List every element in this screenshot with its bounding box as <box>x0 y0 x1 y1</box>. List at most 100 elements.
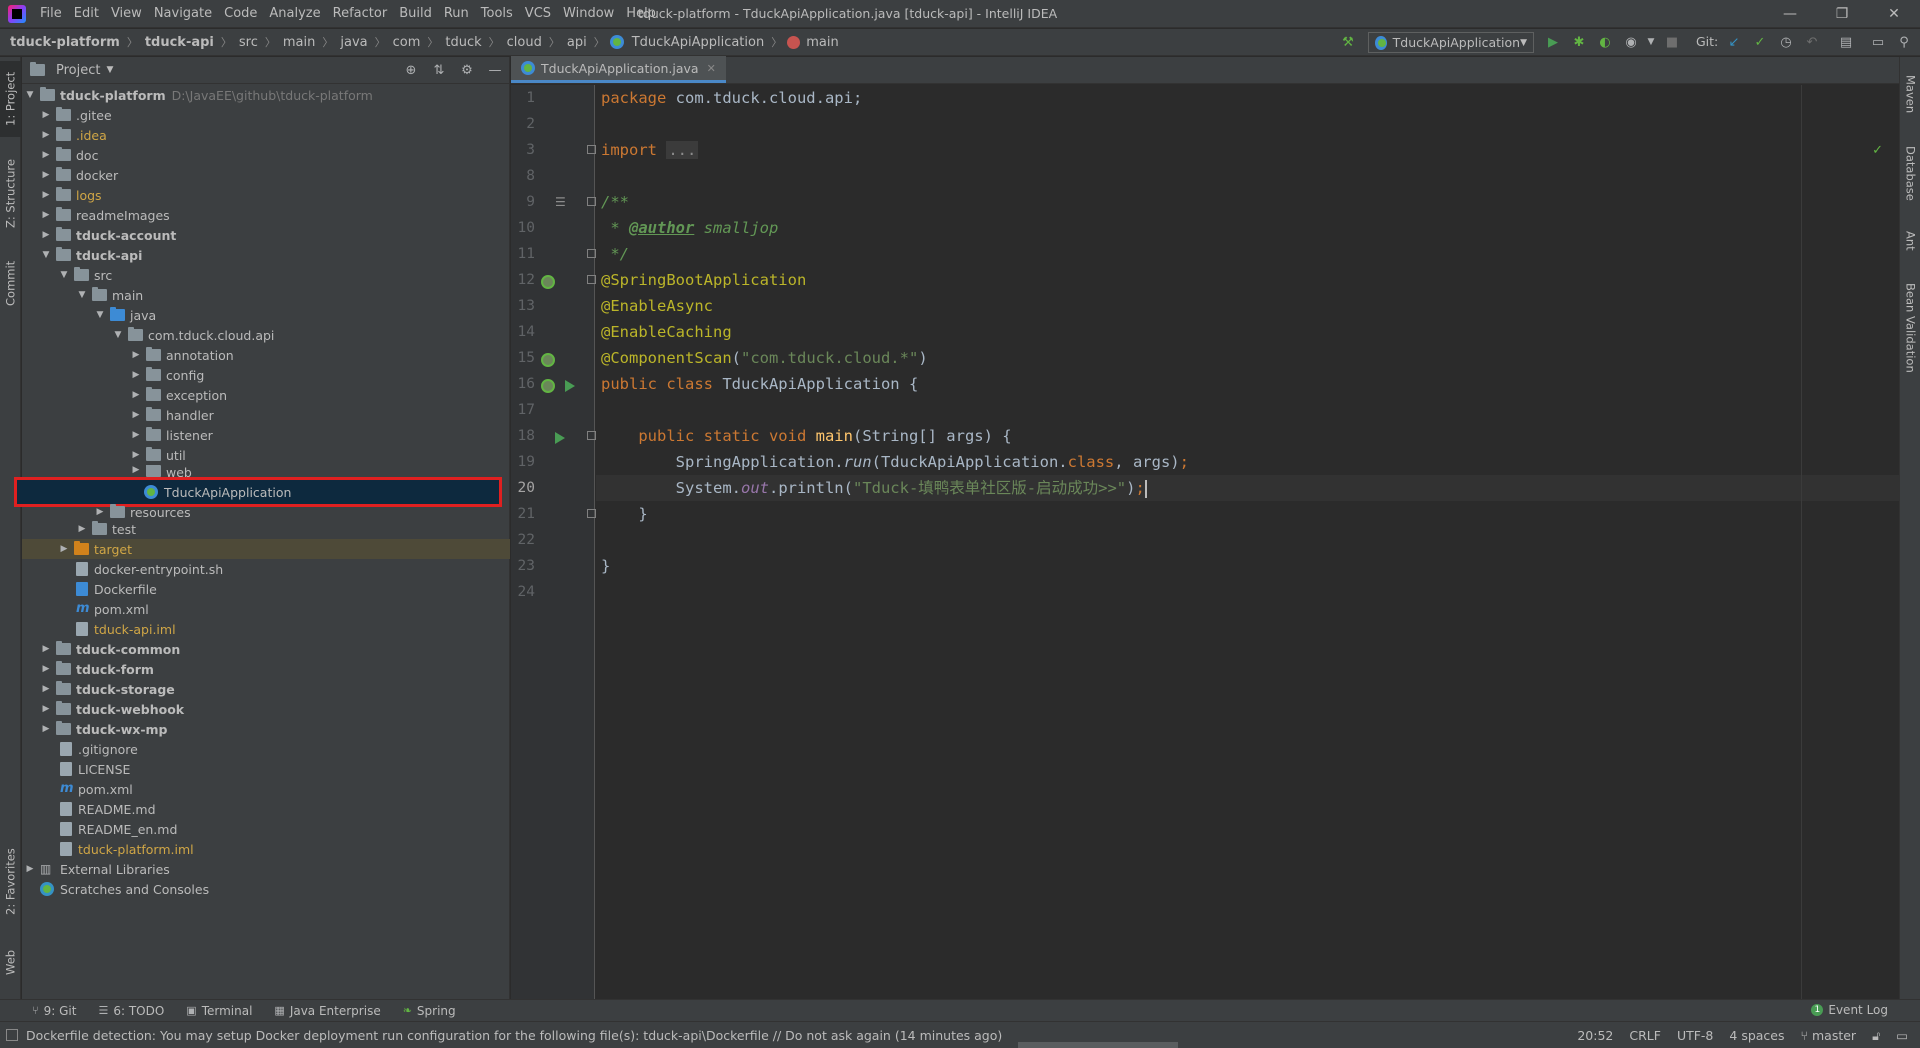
spring-bean-gutter-icon[interactable] <box>541 379 555 393</box>
tree-item-readme-en[interactable]: README_en.md <box>22 819 510 839</box>
collapsed-arrow-icon[interactable]: ▶ <box>40 210 52 220</box>
tool-tab-terminal[interactable]: ▣ Terminal <box>186 1004 252 1018</box>
tree-item-scratches[interactable]: Scratches and Consoles <box>22 879 510 899</box>
tree-item-annotation[interactable]: ▶ annotation <box>22 345 510 365</box>
breadcrumb-cloud[interactable]: cloud <box>505 35 544 50</box>
tree-item-resources[interactable]: ▶ resources <box>22 504 510 520</box>
collapse-all-icon[interactable]: ⇅ <box>431 62 447 78</box>
expanded-arrow-icon[interactable]: ▼ <box>94 310 106 320</box>
tree-item-docker[interactable]: ▶ docker <box>22 165 510 185</box>
minimize-icon[interactable]: — <box>1764 0 1816 28</box>
status-message[interactable]: Dockerfile detection: You may setup Dock… <box>26 1028 1002 1043</box>
collapsed-arrow-icon[interactable]: ▶ <box>40 130 52 140</box>
run-icon[interactable]: ▶ <box>1545 34 1561 50</box>
menu-refactor[interactable]: Refactor <box>327 0 394 28</box>
tree-item-pom-root[interactable]: m pom.xml <box>22 779 510 799</box>
tree-item-platform-iml[interactable]: tduck-platform.iml <box>22 839 510 859</box>
tree-item-pom-api[interactable]: m pom.xml <box>22 599 510 619</box>
tree-item-gitee[interactable]: ▶ .gitee <box>22 105 510 125</box>
menu-analyze[interactable]: Analyze <box>263 0 326 28</box>
indent-setting[interactable]: 4 spaces <box>1729 1028 1784 1043</box>
hide-panel-icon[interactable]: — <box>487 62 503 78</box>
tree-item-readme[interactable]: README.md <box>22 799 510 819</box>
collapsed-arrow-icon[interactable]: ▶ <box>40 190 52 200</box>
tree-item-exception[interactable]: ▶ exception <box>22 385 510 405</box>
tree-item-license[interactable]: LICENSE <box>22 759 510 779</box>
fold-marker-icon[interactable] <box>587 275 596 284</box>
spring-bean-gutter-icon[interactable] <box>541 353 555 367</box>
expanded-arrow-icon[interactable]: ▼ <box>58 270 70 280</box>
memory-indicator-icon[interactable]: ▭ <box>1896 1028 1908 1043</box>
git-branch-widget[interactable]: ⑂ master <box>1801 1028 1857 1043</box>
chevron-down-icon[interactable]: ▼ <box>106 65 113 75</box>
collapsed-arrow-icon[interactable]: ▶ <box>76 524 88 534</box>
breadcrumb-main[interactable]: main <box>281 35 317 50</box>
tool-tab-web[interactable]: Web <box>0 937 21 987</box>
expanded-arrow-icon[interactable]: ▼ <box>112 330 124 340</box>
collapsed-arrow-icon[interactable]: ▶ <box>130 465 142 475</box>
collapsed-arrow-icon[interactable]: ▶ <box>40 170 52 180</box>
tree-item-tduck-wx-mp[interactable]: ▶ tduck-wx-mp <box>22 719 510 739</box>
fold-marker-icon[interactable] <box>587 509 596 518</box>
git-commit-icon[interactable]: ✓ <box>1752 34 1768 50</box>
tree-item-idea[interactable]: ▶ .idea <box>22 125 510 145</box>
collapsed-arrow-icon[interactable]: ▶ <box>40 644 52 654</box>
fold-marker-icon[interactable] <box>587 197 596 206</box>
expanded-arrow-icon[interactable]: ▼ <box>24 90 36 100</box>
profile-icon[interactable]: ◉ <box>1623 34 1639 50</box>
toggle-tool-windows-icon[interactable] <box>6 1029 18 1041</box>
tree-item-package[interactable]: ▼ com.tduck.cloud.api <box>22 325 510 345</box>
locate-file-icon[interactable]: ⊕ <box>403 62 419 78</box>
breadcrumb-project[interactable]: tduck-platform <box>8 35 122 50</box>
menu-vcs[interactable]: VCS <box>519 0 557 28</box>
breadcrumb-tduck[interactable]: tduck <box>443 35 483 50</box>
tool-tab-git[interactable]: ⑂ 9: Git <box>32 1004 76 1018</box>
tool-tab-project[interactable]: 1: Project <box>0 61 21 137</box>
fold-marker-icon[interactable] <box>587 249 596 258</box>
file-encoding[interactable]: UTF-8 <box>1677 1028 1713 1043</box>
collapsed-arrow-icon[interactable]: ▶ <box>130 450 142 460</box>
collapsed-arrow-icon[interactable]: ▶ <box>130 390 142 400</box>
close-icon[interactable]: ✕ <box>707 62 716 75</box>
run-gutter-icon[interactable] <box>565 380 575 392</box>
tool-tab-commit[interactable]: Commit <box>0 249 21 317</box>
presentation-icon[interactable]: ▭ <box>1870 34 1886 50</box>
tab-tduck-api-application[interactable]: TduckApiApplication.java ✕ <box>511 56 726 83</box>
tool-tab-structure[interactable]: Z: Structure <box>0 149 21 239</box>
tree-item-readme-images[interactable]: ▶ readmeImages <box>22 205 510 225</box>
menu-edit[interactable]: Edit <box>68 0 105 28</box>
menu-window[interactable]: Window <box>557 0 620 28</box>
collapsed-arrow-icon[interactable]: ▶ <box>130 350 142 360</box>
git-update-icon[interactable]: ↙ <box>1726 34 1742 50</box>
menu-tools[interactable]: Tools <box>475 0 519 28</box>
tree-item-src[interactable]: ▼ src <box>22 265 510 285</box>
collapsed-arrow-icon[interactable]: ▶ <box>94 507 106 517</box>
tree-item-tduck-form[interactable]: ▶ tduck-form <box>22 659 510 679</box>
restore-icon[interactable]: ❐ <box>1816 0 1868 28</box>
code-area[interactable]: package com.tduck.cloud.api; import ... … <box>596 85 1899 999</box>
search-everywhere-icon[interactable]: ⚲ <box>1896 34 1912 50</box>
run-configuration-select[interactable]: TduckApiApplication ▼ <box>1368 32 1534 53</box>
tree-item-tduck-common[interactable]: ▶ tduck-common <box>22 639 510 659</box>
collapsed-arrow-icon[interactable]: ▶ <box>130 430 142 440</box>
spring-bean-gutter-icon[interactable] <box>541 275 555 289</box>
collapsed-arrow-icon[interactable]: ▶ <box>40 704 52 714</box>
tool-tab-bean-validation[interactable]: Bean Validation <box>1900 273 1920 383</box>
breadcrumb-com[interactable]: com <box>391 35 423 50</box>
tool-tab-database[interactable]: Database <box>1900 137 1920 209</box>
tree-item-tduck-webhook[interactable]: ▶ tduck-webhook <box>22 699 510 719</box>
tree-item-doc[interactable]: ▶ doc <box>22 145 510 165</box>
menu-code[interactable]: Code <box>218 0 263 28</box>
tree-item-handler[interactable]: ▶ handler <box>22 405 510 425</box>
profile-dropdown-icon[interactable]: ▼ <box>1643 34 1659 50</box>
menu-run[interactable]: Run <box>438 0 475 28</box>
expanded-arrow-icon[interactable]: ▼ <box>76 290 88 300</box>
build-hammer-icon[interactable]: ⚒ <box>1340 34 1356 50</box>
git-history-icon[interactable]: ◷ <box>1778 34 1794 50</box>
tool-tab-java-enterprise[interactable]: ▦ Java Enterprise <box>274 1004 380 1018</box>
collapsed-arrow-icon[interactable]: ▶ <box>40 684 52 694</box>
gear-icon[interactable]: ⚙ <box>459 62 475 78</box>
doc-render-icon[interactable]: ☰ <box>555 196 569 208</box>
folded-region[interactable]: ... <box>666 141 699 159</box>
tree-item-main[interactable]: ▼ main <box>22 285 510 305</box>
